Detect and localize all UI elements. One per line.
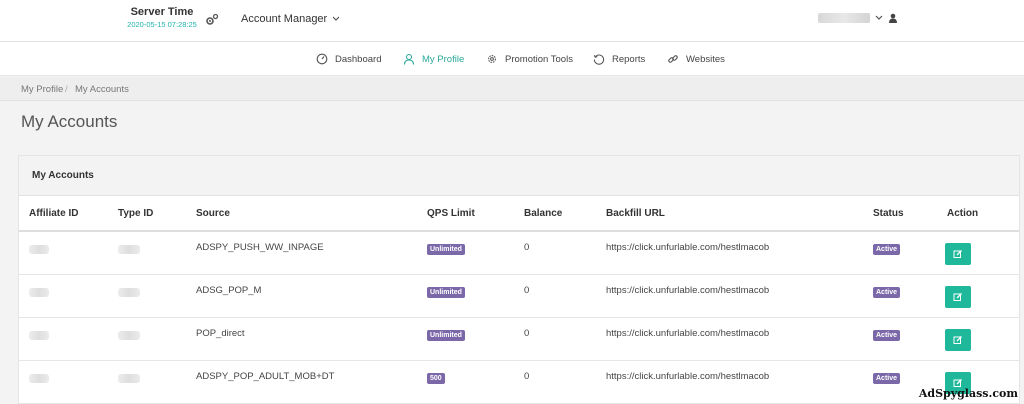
nav-item-my-profile[interactable]: My Profile (403, 42, 464, 76)
qps-badge: Unlimited (427, 244, 465, 255)
dashboard-icon (316, 53, 328, 65)
type-id-redacted (118, 373, 140, 383)
history-icon (593, 54, 605, 65)
type-id-redacted (118, 330, 140, 340)
status-badge: Active (873, 329, 901, 341)
account-manager-dropdown[interactable]: Account Manager (241, 13, 340, 25)
user-name-redacted (818, 13, 870, 23)
balance-cell: 0 (524, 317, 606, 361)
affiliate-id-redacted (29, 373, 49, 383)
backfill-url-cell: https://click.unfurlable.com/hestlmacob (606, 317, 873, 361)
column-header: Balance (524, 196, 606, 232)
user-icon (403, 53, 415, 65)
user-icon (889, 13, 897, 23)
breadcrumb-link-my-profile[interactable]: My Profile (21, 84, 63, 95)
source-cell: ADSPY_PUSH_WW_INPAGE (196, 231, 427, 275)
backfill-url-cell: https://click.unfurlable.com/hestlmacob (606, 231, 873, 275)
accounts-panel: My Accounts Affiliate ID Type ID Source … (18, 155, 1020, 404)
watermark: AdSpyglass.com (918, 387, 1018, 400)
backfill-url-cell: https://click.unfurlable.com/hestlmacob (606, 360, 873, 404)
column-header: Action (947, 196, 1019, 232)
page-title: My Accounts (21, 112, 118, 131)
nav-item-label: My Profile (422, 53, 465, 65)
table-row: ADSPY_PUSH_WW_INPAGE Unlimited 0 https:/… (19, 231, 1019, 275)
type-id-redacted (118, 245, 140, 254)
qps-badge: 500 (427, 372, 445, 384)
balance-cell: 0 (524, 231, 606, 275)
edit-button[interactable] (945, 328, 971, 351)
nav-item-label: Reports (612, 53, 646, 65)
source-cell: ADSG_POP_M (196, 274, 427, 318)
server-time-label: Server Time (130, 6, 194, 18)
breadcrumb-current: My Accounts (75, 84, 129, 95)
type-id-redacted (118, 287, 140, 297)
breadcrumb: My Profile / My Accounts (0, 77, 1024, 101)
column-header: Source (196, 196, 427, 232)
gears-icon[interactable] (205, 13, 219, 27)
nav-item-reports[interactable]: Reports (593, 42, 645, 76)
edit-icon (953, 292, 962, 301)
source-cell: ADSPY_POP_ADULT_MOB+DT (196, 360, 427, 404)
backfill-url-cell: https://click.unfurlable.com/hestlmacob (606, 274, 873, 318)
panel-title: My Accounts (19, 156, 1019, 196)
user-menu[interactable] (818, 13, 898, 23)
column-header: Type ID (118, 196, 196, 232)
table-row: ADSG_POP_M Unlimited 0 https://click.unf… (19, 274, 1019, 318)
table-header-row: Affiliate ID Type ID Source QPS Limit Ba… (19, 196, 1019, 232)
source-cell: POP_direct (196, 317, 427, 361)
nav-item-websites[interactable]: Websites (667, 42, 725, 76)
nav-item-label: Dashboard (335, 53, 382, 65)
server-time-value: 2020-05-15 07:28:25 (127, 20, 197, 29)
chevron-down-icon (332, 16, 340, 21)
nav-item-dashboard[interactable]: Dashboard (316, 42, 381, 76)
column-header: Affiliate ID (19, 196, 118, 232)
link-icon (668, 55, 678, 63)
account-manager-label: Account Manager (241, 13, 328, 25)
qps-badge: Unlimited (427, 329, 465, 341)
balance-cell: 0 (524, 274, 606, 318)
edit-icon (953, 378, 962, 387)
affiliate-id-redacted (29, 287, 49, 297)
affiliate-id-redacted (29, 245, 49, 254)
table-row: POP_direct Unlimited 0 https://click.unf… (19, 317, 1019, 361)
edit-button[interactable] (945, 285, 971, 308)
top-bar: Server Time 2020-05-15 07:28:25 Account … (0, 0, 1024, 42)
column-header: Backfill URL (606, 196, 873, 232)
qps-badge: Unlimited (427, 286, 465, 298)
server-time: Server Time 2020-05-15 07:28:25 (126, 6, 198, 29)
status-badge: Active (873, 372, 901, 384)
edit-button[interactable] (945, 243, 971, 265)
column-header: QPS Limit (427, 196, 524, 232)
nav-item-label: Promotion Tools (505, 53, 573, 65)
nav-item-promotion-tools[interactable]: Promotion Tools (486, 42, 573, 76)
edit-icon (953, 250, 962, 258)
edit-icon (953, 335, 962, 344)
column-header: Status (873, 196, 947, 232)
nav-item-label: Websites (686, 53, 725, 65)
affiliate-id-redacted (29, 330, 49, 340)
status-badge: Active (873, 244, 901, 255)
main-nav: Dashboard My Profile Promotion Tools Rep… (0, 42, 1024, 76)
table-row: ADSPY_POP_ADULT_MOB+DT 500 0 https://cli… (19, 360, 1019, 404)
status-badge: Active (873, 286, 901, 298)
gear-icon (488, 55, 496, 63)
balance-cell: 0 (524, 360, 606, 404)
accounts-table: Affiliate ID Type ID Source QPS Limit Ba… (19, 196, 1019, 404)
chevron-down-icon (875, 15, 883, 20)
breadcrumb-separator: / (65, 84, 68, 95)
